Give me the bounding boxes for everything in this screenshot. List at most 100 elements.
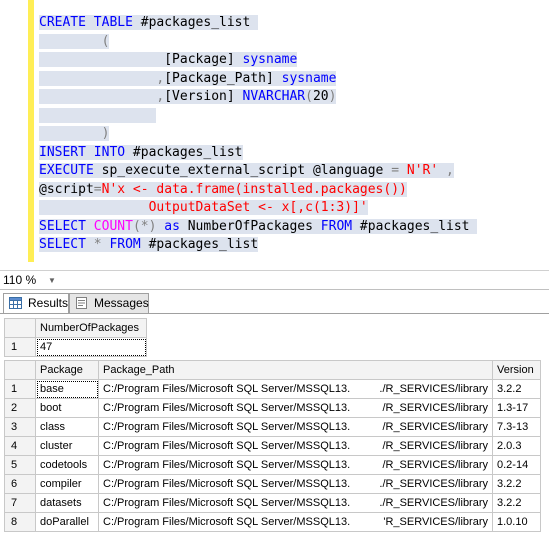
grid-cell-version[interactable]: 1.0.10 <box>492 512 541 532</box>
code-token: OutputDataSet <- x[,c(1:3)]' <box>148 200 368 215</box>
grid-cell-package-path[interactable]: C:/Program Files/Microsoft SQL Server/MS… <box>98 474 493 494</box>
code-line-text: SELECT COUNT(*) as NumberOfPackages FROM… <box>39 218 478 234</box>
package-path-suffix: ./R_SERVICES/library <box>379 497 488 509</box>
zoom-level-select[interactable]: 110 % ▼ <box>0 272 63 289</box>
code-token: EXECUTE <box>39 163 94 178</box>
grid-cell-package[interactable]: boot <box>35 398 99 418</box>
grid-cell-version[interactable]: 3.2.2 <box>492 493 541 513</box>
row-header-corner <box>4 360 36 380</box>
tab-results[interactable]: Results <box>3 293 69 314</box>
grid-cell-package-path[interactable]: C:/Program Files/Microsoft SQL Server/MS… <box>98 493 493 513</box>
grid-cell-package-path[interactable]: C:/Program Files/Microsoft SQL Server/MS… <box>98 398 493 418</box>
query-editor[interactable]: CREATE TABLE #packages_list ( [Package] … <box>0 0 549 268</box>
code-line-text: CREATE TABLE #packages_list <box>39 15 259 30</box>
grid-cell-package[interactable]: base <box>35 379 99 399</box>
package-path-suffix: ./R_SERVICES/library <box>379 478 488 490</box>
table-row[interactable]: 6 compiler C:/Program Files/Microsoft SQL … <box>4 474 541 494</box>
code-line[interactable]: [Package] sysname <box>39 51 477 70</box>
grid-cell-package-path[interactable]: C:/Program Files/Microsoft SQL Server/MS… <box>98 512 493 532</box>
table-row[interactable]: 7 datasets C:/Program Files/Microsoft SQL … <box>4 493 541 513</box>
table-row[interactable]: 3 class C:/Program Files/Microsoft SQL Ser… <box>4 417 541 437</box>
row-number[interactable]: 3 <box>4 417 36 437</box>
code-line-text: ( <box>39 33 110 49</box>
package-path-prefix: C:/Program Files/Microsoft SQL Server/MS… <box>103 516 351 528</box>
grid-cell[interactable]: 47 <box>35 337 147 357</box>
tab-messages[interactable]: Messages <box>69 293 149 313</box>
code-token: sysname <box>281 70 337 86</box>
row-number[interactable]: 8 <box>4 512 36 532</box>
row-number[interactable]: 7 <box>4 493 36 513</box>
package-path-suffix: /R_SERVICES/library <box>382 459 488 471</box>
code-line-text: @script=N'x <- data.frame(installed.pack… <box>39 181 407 197</box>
column-header[interactable]: Package <box>35 360 99 380</box>
sql-code[interactable]: CREATE TABLE #packages_list ( [Package] … <box>39 14 478 255</box>
table-row[interactable]: 8 doParallel C:/Program Files/Microsoft SQ… <box>4 512 541 532</box>
column-header[interactable]: Version <box>492 360 541 380</box>
code-line-text: EXECUTE sp_execute_external_script @lang… <box>39 163 454 178</box>
grid-cell-package-path[interactable]: C:/Program Files/Microsoft SQL Server/MS… <box>98 379 493 399</box>
grid-cell-package[interactable]: compiler <box>35 474 99 494</box>
zoom-bar: 110 % ▼ <box>0 270 549 290</box>
table-row[interactable]: 2 boot C:/Program Files/Microsoft SQL Serv… <box>4 398 541 418</box>
code-token: [Package] <box>164 52 243 67</box>
code-line[interactable]: OutputDataSet <- x[,c(1:3)]' <box>39 199 477 218</box>
grid-cell-package[interactable]: codetools <box>35 455 99 475</box>
code-line[interactable]: EXECUTE sp_execute_external_script @lang… <box>39 162 477 181</box>
row-number[interactable]: 1 <box>4 337 36 357</box>
code-line[interactable]: ,[Version] NVARCHAR(20) <box>39 88 477 107</box>
grid-cell-version[interactable]: 3.2.2 <box>492 474 541 494</box>
code-token: N'x <- data.frame(installed.packages()) <box>101 181 407 197</box>
row-number[interactable]: 4 <box>4 436 36 456</box>
package-path-prefix: C:/Program Files/Microsoft SQL Server/MS… <box>103 497 351 509</box>
code-token: #packages_list <box>132 15 259 30</box>
row-number[interactable]: 6 <box>4 474 36 494</box>
code-line[interactable]: @script=N'x <- data.frame(installed.pack… <box>39 181 477 200</box>
grid-cell-package-path[interactable]: C:/Program Files/Microsoft SQL Server/MS… <box>98 436 493 456</box>
code-line[interactable]: SELECT * FROM #packages_list <box>39 236 477 255</box>
grid-cell-package[interactable]: cluster <box>35 436 99 456</box>
code-line[interactable]: CREATE TABLE #packages_list <box>39 14 477 33</box>
code-token: COUNT <box>93 218 133 234</box>
grid-cell-package[interactable]: class <box>35 417 99 437</box>
code-token: as <box>164 218 180 234</box>
row-header-corner <box>4 318 36 338</box>
row-number[interactable]: 1 <box>4 379 36 399</box>
grid-cell-package[interactable]: datasets <box>35 493 99 513</box>
code-token: #packages_list <box>352 218 478 234</box>
code-token: ( <box>101 33 110 49</box>
code-token: , <box>446 163 454 178</box>
grid-cell-version[interactable]: 2.0.3 <box>492 436 541 456</box>
grid-cell-version[interactable]: 1.3-17 <box>492 398 541 418</box>
table-row[interactable]: 5 codetools C:/Program Files/Microsoft SQL… <box>4 455 541 475</box>
code-line[interactable]: INSERT INTO #packages_list <box>39 144 477 163</box>
grid-cell-package-path[interactable]: C:/Program Files/Microsoft SQL Server/MS… <box>98 455 493 475</box>
chevron-down-icon[interactable]: ▼ <box>48 272 56 289</box>
row-number[interactable]: 2 <box>4 398 36 418</box>
column-header[interactable]: NumberOfPackages <box>35 318 147 338</box>
code-line[interactable] <box>39 107 477 126</box>
grid-cell-version[interactable]: 3.2.2 <box>492 379 541 399</box>
grid-cell-version[interactable]: 0.2-14 <box>492 455 541 475</box>
code-token: ) <box>101 126 110 141</box>
table-row[interactable]: 4 cluster C:/Program Files/Microsoft SQL S… <box>4 436 541 456</box>
code-line[interactable]: ) <box>39 125 477 144</box>
code-line[interactable]: ,[Package_Path] sysname <box>39 70 477 89</box>
code-line-text: INSERT INTO #packages_list <box>39 144 243 160</box>
code-token: = <box>391 163 400 178</box>
code-token: * <box>93 237 102 252</box>
code-line-text: SELECT * FROM #packages_list <box>39 237 259 252</box>
column-header[interactable]: Package_Path <box>98 360 493 380</box>
grid-cell-package-path[interactable]: C:/Program Files/Microsoft SQL Server/MS… <box>98 417 493 437</box>
table-row[interactable]: 1 base C:/Program Files/Microsoft SQL Serv… <box>4 379 541 399</box>
code-token: NVARCHAR <box>242 89 306 104</box>
grid-cell-package[interactable]: doParallel <box>35 512 99 532</box>
code-line[interactable]: SELECT COUNT(*) as NumberOfPackages FROM… <box>39 218 478 237</box>
grid-cell-version[interactable]: 7.3-13 <box>492 417 541 437</box>
row-number[interactable]: 5 <box>4 455 36 475</box>
code-token: CREATE TABLE <box>39 15 133 30</box>
code-line[interactable]: ( <box>39 33 477 52</box>
